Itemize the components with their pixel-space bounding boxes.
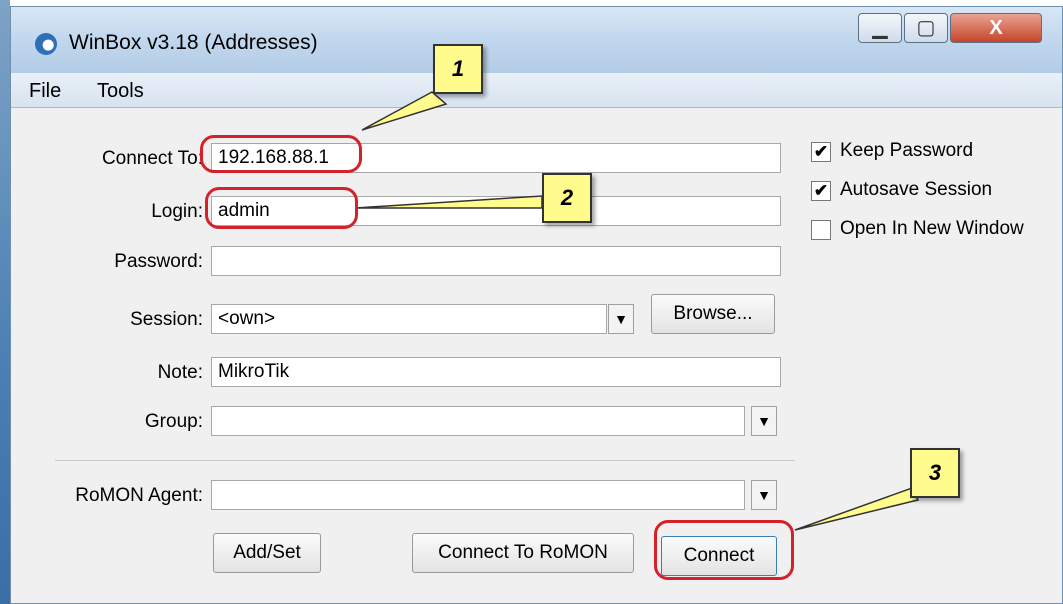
callout-2: 2 [542,173,592,223]
callout-lines [354,91,920,531]
connect-to-highlight [200,135,362,173]
callout-3: 3 [910,448,960,498]
connect-highlight [654,520,794,580]
login-highlight [205,187,358,229]
callout-1: 1 [433,44,483,94]
